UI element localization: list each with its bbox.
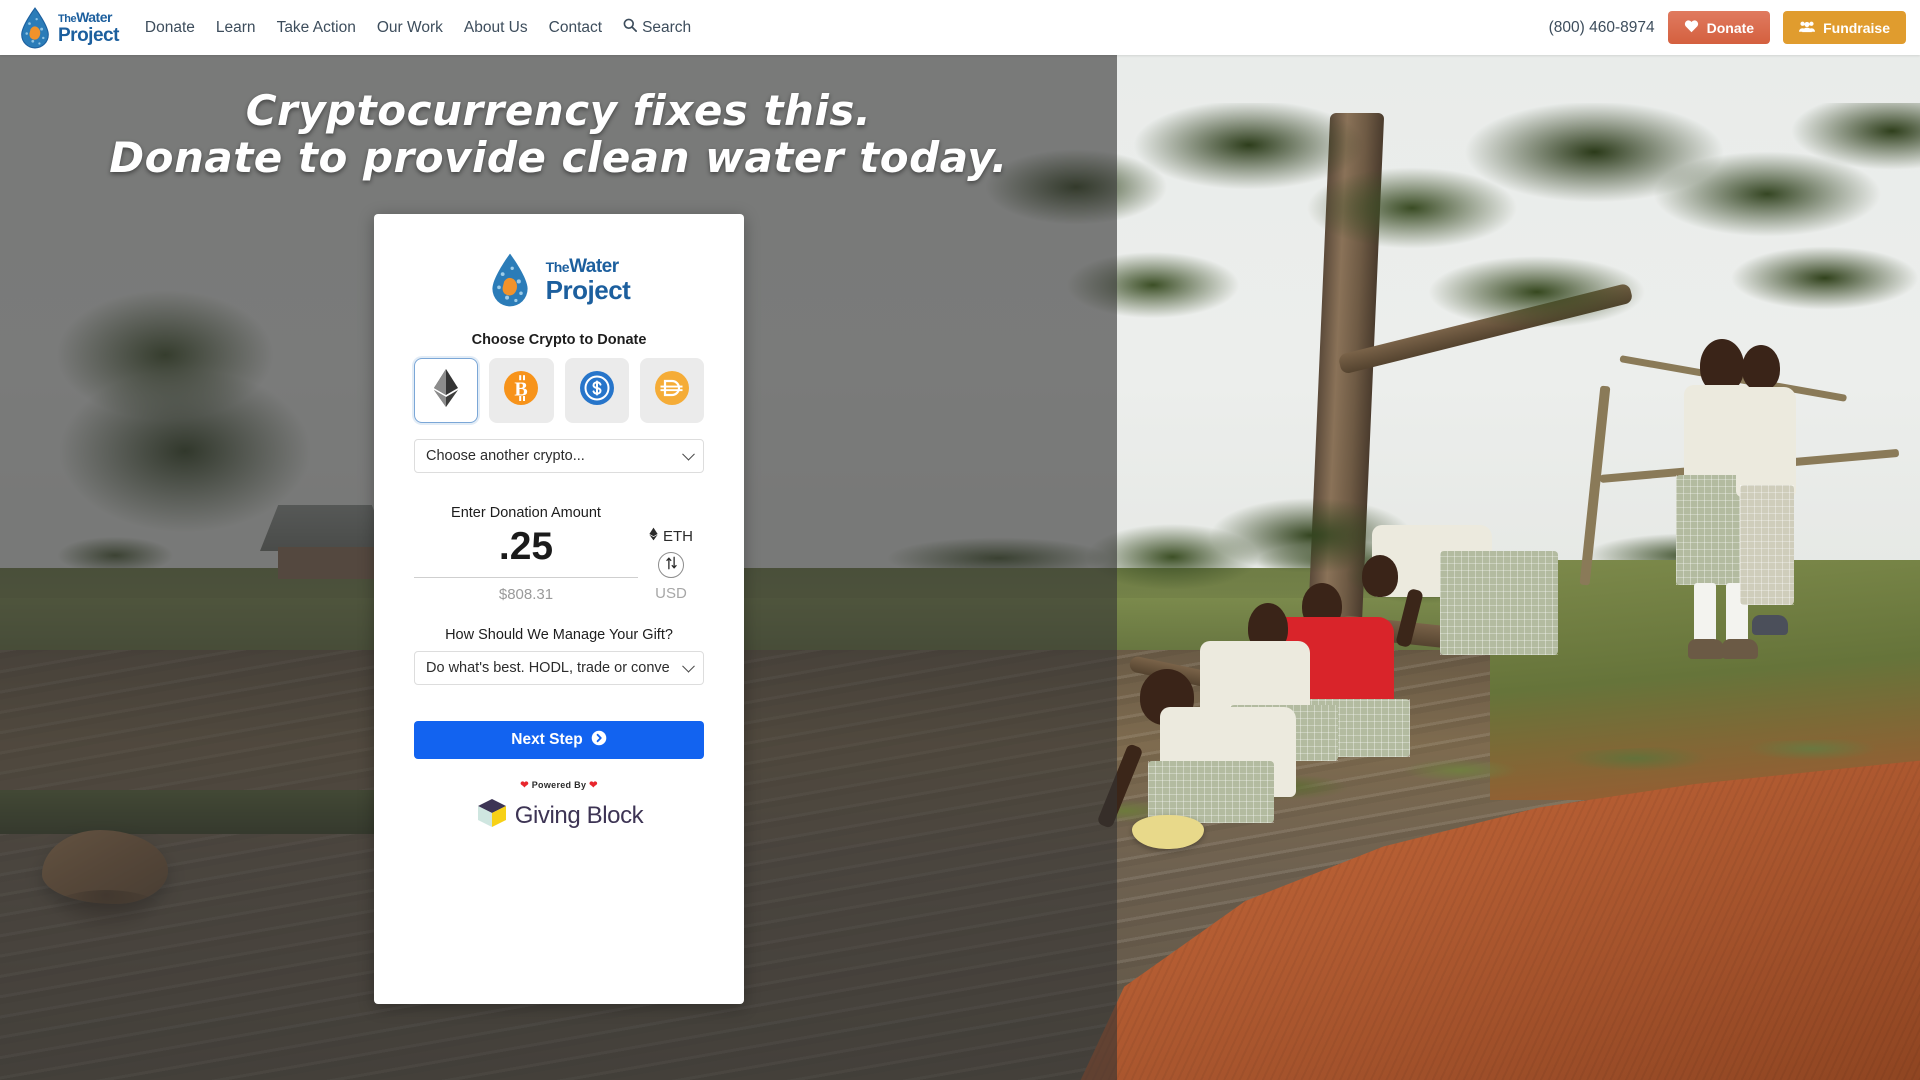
- choose-crypto-label: Choose Crypto to Donate: [471, 332, 647, 348]
- heart-icon: ❤: [589, 780, 598, 791]
- currency-fiat-label: USD: [655, 585, 687, 602]
- currency-crypto: ETH: [649, 527, 693, 545]
- bitcoin-icon: B: [503, 370, 539, 411]
- header-logo-wordmark: TheWater Project: [58, 10, 119, 45]
- ethereum-icon: [433, 368, 459, 413]
- card-logo-project: Project: [545, 275, 631, 305]
- water-drop-logo-icon: [488, 252, 532, 308]
- crypto-donation-card: TheWater Project Choose Crypto to Donate: [374, 214, 744, 1004]
- nav-item-learn[interactable]: Learn: [216, 19, 256, 37]
- fundraise-button-label: Fundraise: [1823, 19, 1890, 36]
- dai-icon: [654, 370, 690, 411]
- another-crypto-select[interactable]: Choose another crypto...: [414, 439, 704, 473]
- header-logo[interactable]: TheWater Project: [0, 6, 119, 49]
- manage-gift-value: Do what's best. HODL, trade or conve: [426, 660, 670, 676]
- donation-amount-label: Enter Donation Amount: [451, 505, 601, 521]
- nav-search-label: Search: [642, 18, 692, 36]
- logo-project: Project: [58, 25, 119, 46]
- manage-gift-label: How Should We Manage Your Gift?: [445, 627, 673, 643]
- usdc-icon: [579, 370, 615, 411]
- powered-by-label: Powered By: [531, 780, 587, 790]
- logo-the: The: [58, 13, 77, 25]
- donate-button[interactable]: Donate: [1667, 11, 1771, 44]
- card-logo-wordmark: TheWater Project: [546, 257, 631, 303]
- next-step-label: Next Step: [511, 731, 583, 748]
- donate-button-label: Donate: [1706, 19, 1755, 36]
- crypto-option-row: B: [414, 358, 704, 423]
- heart-icon: ❤: [520, 780, 529, 791]
- phone-number[interactable]: (800) 460-8974: [1549, 19, 1655, 37]
- card-logo: TheWater Project: [414, 242, 704, 318]
- water-drop-logo-icon: [18, 6, 52, 49]
- manage-gift-select[interactable]: Do what's best. HODL, trade or conve: [414, 651, 704, 685]
- another-crypto-value: Choose another crypto...: [426, 448, 585, 464]
- hero-headline: Cryptocurrency fixes this. Donate to pro…: [0, 86, 1117, 182]
- crypto-option-btc[interactable]: B: [489, 358, 554, 423]
- hero-headline-line-1: Cryptocurrency fixes this.: [245, 86, 872, 135]
- ethereum-icon: [649, 527, 658, 545]
- card-logo-water: Water: [569, 256, 619, 277]
- cube-icon: [475, 796, 509, 835]
- donation-amount-block: Enter Donation Amount $808.31 ETH: [414, 505, 704, 603]
- donation-fiat-value: $808.31: [498, 586, 554, 603]
- next-step-button[interactable]: Next Step: [414, 721, 704, 759]
- fundraise-button[interactable]: Fundraise: [1783, 11, 1906, 44]
- crypto-option-dai[interactable]: [639, 358, 704, 423]
- site-header: TheWater Project Donate Learn Take Actio…: [0, 0, 1920, 55]
- nav-item-contact[interactable]: Contact: [549, 19, 602, 37]
- donation-amount-input[interactable]: [414, 523, 638, 578]
- swap-currency-button[interactable]: [658, 552, 684, 578]
- crypto-option-eth[interactable]: [414, 358, 479, 423]
- nav-item-donate[interactable]: Donate: [145, 19, 195, 37]
- hero-headline-line-2: Donate to provide clean water today.: [109, 132, 1008, 182]
- users-icon: [1799, 20, 1816, 36]
- giving-block-logo[interactable]: Giving Block: [414, 796, 704, 835]
- nav-item-about-us[interactable]: About Us: [464, 19, 528, 37]
- heart-icon: [1684, 19, 1699, 36]
- nav-item-take-action[interactable]: Take Action: [277, 19, 356, 37]
- hero-section: Cryptocurrency fixes this. Donate to pro…: [0, 55, 1920, 1080]
- currency-crypto-label: ETH: [663, 527, 693, 545]
- card-logo-the: The: [545, 259, 570, 275]
- powered-by-line: ❤ Powered By ❤: [414, 780, 704, 791]
- giving-block-wordmark: Giving Block: [514, 801, 644, 829]
- logo-water: Water: [76, 9, 112, 25]
- currency-toggle: ETH USD: [638, 505, 704, 602]
- crypto-option-usdc[interactable]: [564, 358, 629, 423]
- search-icon: [623, 18, 638, 37]
- chevron-down-icon: [682, 447, 695, 461]
- nav-item-our-work[interactable]: Our Work: [377, 19, 443, 37]
- chevron-down-icon: [682, 659, 695, 673]
- main-navigation: Donate Learn Take Action Our Work About …: [145, 18, 691, 37]
- header-actions: (800) 460-8974 Donate Fundraise: [1549, 11, 1920, 44]
- chevron-right-circle-icon: [591, 730, 607, 751]
- swap-vertical-icon: [665, 556, 678, 575]
- nav-item-search[interactable]: Search: [623, 18, 691, 37]
